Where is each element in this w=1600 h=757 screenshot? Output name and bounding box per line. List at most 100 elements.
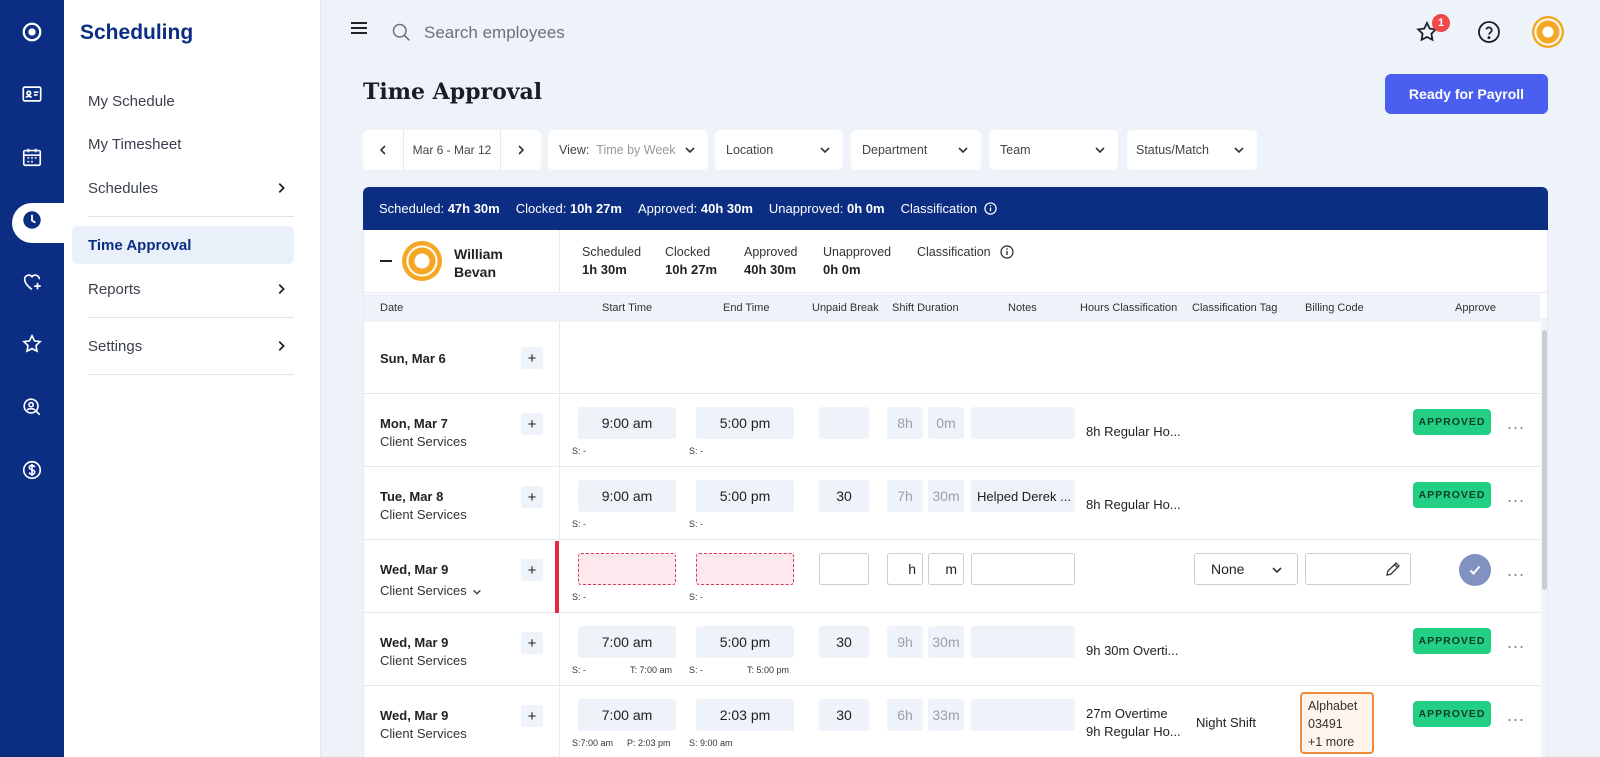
ready-for-payroll-button[interactable]: Ready for Payroll [1385, 74, 1548, 114]
logo-icon[interactable] [12, 12, 52, 52]
add-shift-button[interactable]: + [521, 559, 543, 581]
next-week-button[interactable] [501, 130, 541, 170]
heart-plus-icon[interactable] [12, 262, 52, 302]
more-options-icon[interactable]: ... [1507, 414, 1525, 432]
col-unpaid-break: Unpaid Break [812, 302, 879, 314]
info-icon[interactable] [1000, 245, 1014, 259]
employee-unapproved: Unapproved 0h 0m [823, 245, 892, 277]
start-time-field[interactable]: 7:00 am [578, 699, 676, 731]
scheduled-end: S: 9:00 am [689, 738, 733, 748]
pencil-icon[interactable] [1384, 560, 1402, 578]
duration-hours-field[interactable]: 8h [887, 407, 923, 439]
summary-unapproved: Unapproved: 0h 0m [768, 201, 885, 216]
add-shift-button[interactable]: + [521, 632, 543, 654]
department-select[interactable]: Department [851, 130, 981, 170]
end-time-field[interactable]: 5:00 pm [696, 626, 794, 658]
unpaid-break-field[interactable] [819, 407, 869, 439]
unpaid-break-field[interactable]: 30 [819, 699, 869, 731]
add-shift-button[interactable]: + [521, 413, 543, 435]
info-icon[interactable] [984, 202, 997, 215]
time-approval-table: William Bevan Scheduled 1h 30m Clocked 10h… [363, 230, 1549, 757]
duration-hours-field[interactable]: 7h [887, 480, 923, 512]
timesheet-end: T: 5:00 pm [747, 665, 790, 675]
approve-check-button[interactable] [1459, 554, 1491, 586]
status-match-select[interactable]: Status/Match [1127, 130, 1257, 170]
previous-week-button[interactable] [363, 130, 403, 170]
department-dropdown[interactable]: Client Services [380, 583, 482, 598]
add-shift-button[interactable]: + [521, 347, 543, 369]
duration-minutes-field[interactable]: 33m [928, 699, 964, 731]
sidebar-item-my-schedule[interactable]: My Schedule [72, 82, 294, 120]
billing-code-field[interactable] [1305, 553, 1411, 585]
duration-minutes-field[interactable]: m [928, 553, 964, 585]
location-select[interactable]: Location [715, 130, 843, 170]
hamburger-menu-icon[interactable] [350, 20, 368, 36]
duration-hours-field[interactable]: 6h [887, 699, 923, 731]
clock-icon[interactable] [12, 200, 52, 240]
sidebar-item-time-approval[interactable]: Time Approval [72, 226, 294, 264]
sidebar-item-schedules[interactable]: Schedules [72, 169, 294, 207]
start-time-field[interactable]: 7:00 am [578, 626, 676, 658]
date-range-label[interactable]: Mar 6 - Mar 12 [403, 130, 501, 170]
row-date: Tue, Mar 8 [380, 489, 444, 504]
sidebar-item-my-timesheet[interactable]: My Timesheet [72, 125, 294, 163]
approved-badge[interactable]: APPROVED [1413, 482, 1491, 508]
dollar-icon[interactable] [12, 450, 52, 490]
sidebar-item-reports[interactable]: Reports [72, 270, 294, 308]
scrollbar-thumb[interactable] [1542, 330, 1547, 590]
team-select[interactable]: Team [989, 130, 1118, 170]
star-icon[interactable] [12, 324, 52, 364]
team-label: Team [1000, 143, 1031, 157]
calendar-icon[interactable] [12, 137, 52, 177]
start-time-field[interactable]: 9:00 am [578, 480, 676, 512]
unpaid-break-field[interactable]: 30 [819, 480, 869, 512]
add-shift-button[interactable]: + [521, 486, 543, 508]
duration-hours-field[interactable]: h [887, 553, 923, 585]
chevron-right-icon [278, 284, 285, 294]
view-select[interactable]: View: Time by Week [548, 130, 708, 170]
notes-field[interactable] [971, 626, 1075, 658]
more-options-icon[interactable]: ... [1507, 633, 1525, 651]
sidebar-item-settings[interactable]: Settings [72, 327, 294, 365]
employee-clocked: Clocked 10h 27m [665, 245, 718, 277]
duration-minutes-field[interactable]: 30m [928, 626, 964, 658]
start-time-field[interactable] [578, 553, 676, 585]
duration-minutes-field[interactable]: 30m [928, 480, 964, 512]
classification-tag-select[interactable]: None [1194, 553, 1298, 585]
employee-name[interactable]: William Bevan [454, 245, 534, 281]
table-row: Sun, Mar 6 + [364, 322, 1540, 394]
end-time-field[interactable]: 5:00 pm [696, 407, 794, 439]
chevron-left-icon [379, 145, 386, 155]
notes-field[interactable]: Helped Derek ... [971, 480, 1075, 512]
more-options-icon[interactable]: ... [1507, 487, 1525, 505]
row-date: Wed, Mar 9 [380, 708, 449, 723]
billing-code-chip[interactable]: Alphabet 03491 +1 more [1300, 692, 1374, 754]
approved-badge[interactable]: APPROVED [1413, 701, 1491, 727]
approved-badge[interactable]: APPROVED [1413, 628, 1491, 654]
row-department: Client Services [380, 507, 467, 522]
more-options-icon[interactable]: ... [1507, 561, 1525, 579]
search-input[interactable] [424, 20, 724, 46]
end-time-field[interactable]: 2:03 pm [696, 699, 794, 731]
start-time-field[interactable]: 9:00 am [578, 407, 676, 439]
duration-hours-field[interactable]: 9h [887, 626, 923, 658]
notes-field[interactable] [971, 407, 1075, 439]
user-avatar[interactable] [1532, 16, 1564, 48]
add-shift-button[interactable]: + [521, 705, 543, 727]
help-icon[interactable] [1474, 17, 1504, 47]
id-card-icon[interactable] [12, 74, 52, 114]
end-time-field[interactable]: 5:00 pm [696, 480, 794, 512]
more-options-icon[interactable]: ... [1507, 706, 1525, 724]
approved-badge[interactable]: APPROVED [1413, 409, 1491, 435]
collapse-icon[interactable] [380, 260, 392, 262]
end-time-field[interactable] [696, 553, 794, 585]
notes-field[interactable] [971, 699, 1075, 731]
notes-field[interactable] [971, 553, 1075, 585]
search-icon [392, 23, 410, 41]
search-person-icon[interactable] [12, 387, 52, 427]
unpaid-break-field[interactable] [819, 553, 869, 585]
divider [88, 317, 294, 318]
duration-minutes-field[interactable]: 0m [928, 407, 964, 439]
employee-header: William Bevan Scheduled 1h 30m Clocked 10h… [364, 230, 1549, 293]
unpaid-break-field[interactable]: 30 [819, 626, 869, 658]
